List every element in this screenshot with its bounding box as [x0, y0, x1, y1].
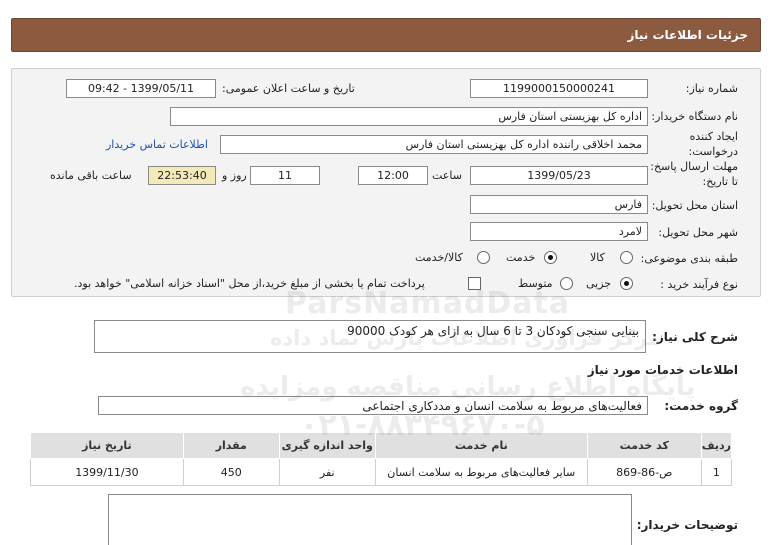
summary-label: شرح کلی نیاز: [652, 330, 738, 344]
cell-need-date: 1399/11/30 [30, 458, 184, 486]
services-table: ردیف کد خدمت نام خدمت واحد اندازه گیری م… [30, 432, 733, 486]
table-header-row: ردیف کد خدمت نام خدمت واحد اندازه گیری م… [30, 432, 733, 459]
cell-unit: نفر [278, 458, 376, 486]
service-group-label: گروه خدمت: [664, 399, 738, 413]
need-number-field: 1199000150000241 [470, 79, 648, 98]
page-title: جزئیات اطلاعات نیاز [627, 28, 748, 42]
table-row: 1 ص-86-869 سایر فعالیت‌های مربوط به سلام… [30, 458, 733, 486]
days-label: روز و [222, 169, 247, 182]
creator-label-line2: درخواست: [688, 145, 738, 158]
cell-row-number: 1 [700, 458, 733, 486]
deadline-label-line2: تا تاریخ: [702, 175, 738, 188]
col-header-service-name: نام خدمت [374, 432, 588, 459]
city-field: لامرد [470, 222, 648, 241]
process-minor-label: جزیی [586, 277, 612, 290]
buyer-org-label: نام دستگاه خریدار: [651, 110, 738, 123]
process-label: نوع فرآیند خرید : [660, 278, 738, 291]
cell-quantity: 450 [182, 458, 280, 486]
city-label: شهر محل تحویل: [658, 226, 738, 239]
col-header-row-number: ردیف [700, 432, 733, 459]
deadline-label-line1: مهلت ارسال پاسخ: [650, 160, 738, 173]
col-header-need-date: تاریخ نیاز [30, 432, 184, 459]
buyer-notes-field [108, 494, 632, 545]
cell-service-code: ص-86-869 [586, 458, 702, 486]
buyer-notes-label: توضیحات خریدار: [636, 518, 738, 532]
col-header-unit: واحد اندازه گیری [278, 432, 376, 459]
summary-field: بینایی سنجی کودکان 3 تا 6 سال به ازای هر… [94, 320, 646, 353]
deadline-date-field: 1399/05/23 [470, 166, 648, 185]
treasury-docs-note: پرداخت تمام یا بخشی از مبلغ خرید،از محل … [74, 277, 425, 290]
remaining-time-label: ساعت باقی مانده [50, 169, 132, 182]
buyer-org-field: اداره کل بهزیستی استان فارس [170, 107, 648, 126]
days-field: 11 [250, 166, 320, 185]
cell-service-name: سایر فعالیت‌های مربوط به سلامت انسان [374, 458, 588, 486]
category-service-label: خدمت [506, 251, 536, 264]
remaining-time-field: 22:53:40 [148, 166, 216, 185]
category-goods-service-label: کالا/خدمت [415, 251, 463, 264]
category-goods-service-radio[interactable] [477, 251, 490, 264]
service-group-field: فعالیت‌های مربوط به سلامت انسان و مددکار… [98, 396, 648, 415]
creator-field: محمد اخلاقی راننده اداره کل بهزیستی استا… [220, 135, 648, 154]
buyer-contact-link[interactable]: اطلاعات تماس خریدار [106, 138, 208, 151]
deadline-time-field: 12:00 [358, 166, 428, 185]
process-medium-radio[interactable] [560, 277, 573, 290]
page-header: جزئیات اطلاعات نیاز [11, 18, 761, 52]
announce-date-field: 1399/05/11 - 09:42 [66, 79, 216, 98]
category-goods-label: کالا [590, 251, 605, 264]
deadline-time-label: ساعت [432, 169, 462, 182]
need-number-label: شماره نیاز: [685, 82, 738, 95]
announce-date-label: تاریخ و ساعت اعلان عمومی: [222, 82, 355, 95]
services-section-title: اطلاعات خدمات مورد نیاز [587, 363, 738, 377]
process-minor-radio[interactable] [620, 277, 633, 290]
col-header-service-code: کد خدمت [586, 432, 702, 459]
process-medium-label: متوسط [518, 277, 553, 290]
category-service-radio[interactable] [544, 251, 557, 264]
treasury-docs-checkbox[interactable] [468, 277, 481, 290]
category-goods-radio[interactable] [620, 251, 633, 264]
creator-label-line1: ایجاد کننده [689, 130, 738, 143]
province-label: استان محل تحویل: [651, 199, 738, 212]
col-header-quantity: مقدار [182, 432, 280, 459]
province-field: فارس [470, 195, 648, 214]
category-label: طبقه بندی موضوعی: [640, 252, 738, 265]
